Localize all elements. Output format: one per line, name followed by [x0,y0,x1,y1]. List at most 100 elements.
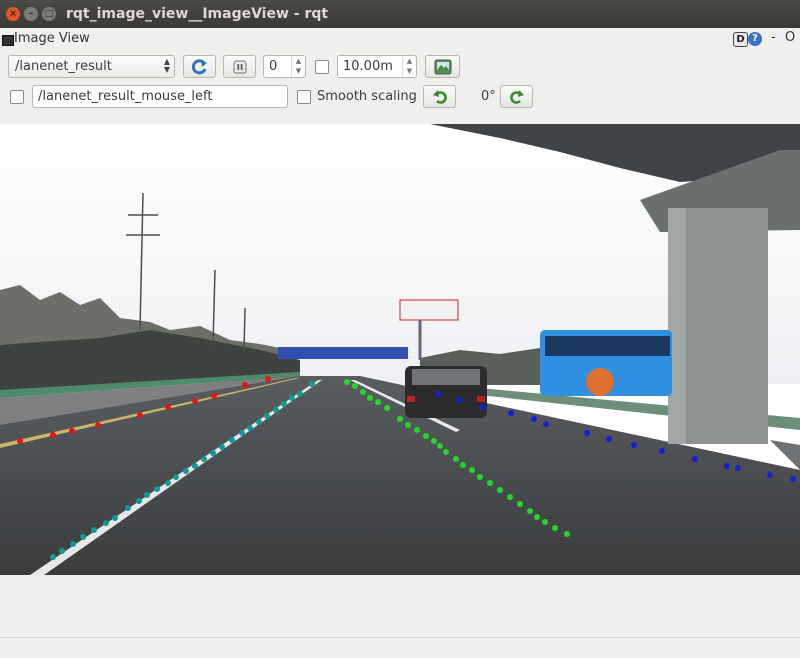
dock-minimize-button[interactable]: - [771,30,776,45]
lane-point-blue [606,436,612,442]
billboard [399,299,459,321]
lane-point-green [367,395,373,401]
lane-point-green [397,416,403,422]
lane-point-blue [790,476,796,482]
smooth-scaling-label: Smooth scaling [317,89,417,104]
window-titlebar[interactable]: × – □ rqt_image_view__ImageView - rqt [0,0,800,28]
lane-point-teal [229,437,235,443]
lane-point-blue [735,465,741,471]
lane-point-teal [183,468,189,474]
lane-point-blue [767,472,773,478]
image-viewport[interactable] [0,124,800,575]
lane-point-green [360,389,366,395]
lane-point-teal [59,548,65,554]
lane-point-teal [247,425,253,431]
rotate-left-button[interactable] [423,85,456,108]
lane-point-blue [692,456,698,462]
lane-point-teal [144,492,150,498]
frame-spinbox[interactable]: 0 ▲ ▼ [263,55,306,78]
lane-point-green [384,405,390,411]
mouse-topic-input[interactable]: /lanenet_result_mouse_left [32,85,288,108]
lane-point-teal [210,450,216,456]
lane-point-green [497,487,503,493]
lane-point-teal [154,486,160,492]
spin-arrows-icon[interactable]: ▲ ▼ [402,56,416,77]
pause-icon [233,60,246,73]
lane-point-blue [659,448,665,454]
smooth-scaling-checkbox[interactable] [297,90,311,104]
rotate-right-icon [509,89,524,104]
lane-point-teal [50,554,56,560]
lane-point-green [414,427,420,433]
lane-point-red [69,428,75,434]
lane-point-blue [631,442,637,448]
mouse-publish-checkbox[interactable] [10,90,24,104]
lane-point-green [423,433,429,439]
window-minimize-button[interactable]: – [24,7,38,21]
lane-point-teal [165,480,171,486]
status-divider [0,637,800,638]
lane-point-teal [297,391,303,397]
lane-point-green [552,525,558,531]
lane-point-teal [91,527,97,533]
mouse-topic-value: /lanenet_result_mouse_left [38,89,213,104]
lane-point-green [453,456,459,462]
lane-point-green [437,443,443,449]
chevron-updown-icon: ▲ ▼ [163,57,170,74]
dock-window-icon [2,35,14,46]
window-maximize-button[interactable]: □ [42,7,56,21]
lane-point-teal [239,430,245,436]
lane-point-teal [219,444,225,450]
lane-point-red [165,404,171,410]
lane-point-teal [256,419,262,425]
window-title: rqt_image_view__ImageView - rqt [66,6,329,22]
lane-point-green [460,462,466,468]
lane-point-blue [543,421,549,427]
lane-point-teal [125,505,131,511]
lane-point-green [477,474,483,480]
distance-checkbox[interactable] [315,60,329,74]
dock-close-button[interactable]: O [785,30,795,45]
lane-point-teal [103,520,109,526]
save-image-icon [434,59,451,74]
lane-point-green [375,399,381,405]
lane-point-green [517,501,523,507]
lane-point-blue [435,391,441,397]
lane-point-red [95,422,101,428]
refresh-topics-button[interactable] [183,55,216,78]
spin-arrows-icon[interactable]: ▲ ▼ [291,56,305,77]
lane-point-red [211,393,217,399]
lane-point-green [542,519,548,525]
pause-button[interactable] [223,55,256,78]
lane-point-teal [136,498,142,504]
lane-point-red [242,382,248,388]
lane-point-teal [264,413,270,419]
lane-point-green [431,438,437,444]
frame-spinbox-value: 0 [269,59,278,74]
lane-point-teal [281,401,287,407]
lane-point-teal [80,534,86,540]
overpass-sign [278,347,408,359]
lane-point-teal [112,515,118,521]
distance-spinbox[interactable]: 10.00m ▲ ▼ [337,55,417,78]
lane-point-teal [201,456,207,462]
help-icon[interactable]: ? [748,32,762,46]
lane-point-green [469,467,475,473]
lane-point-blue [584,430,590,436]
dock-detach-button[interactable]: D [733,32,748,47]
camera-image[interactable] [0,124,800,575]
window-close-button[interactable]: × [6,7,20,21]
dock-header: Image View D ? - O [0,28,800,50]
lane-point-red [137,412,143,418]
distance-spinbox-value: 10.00m [343,59,393,74]
lane-point-blue [456,397,462,403]
lane-point-green [487,480,493,486]
rotate-right-button[interactable] [500,85,533,108]
topic-select[interactable]: /lanenet_result ▲ ▼ [8,55,175,78]
lane-point-blue [479,404,485,410]
refresh-icon [191,58,207,74]
rotate-left-icon [432,89,447,104]
lane-point-teal [192,463,198,469]
dock-title: Image View [14,31,90,46]
save-image-button[interactable] [425,55,460,78]
